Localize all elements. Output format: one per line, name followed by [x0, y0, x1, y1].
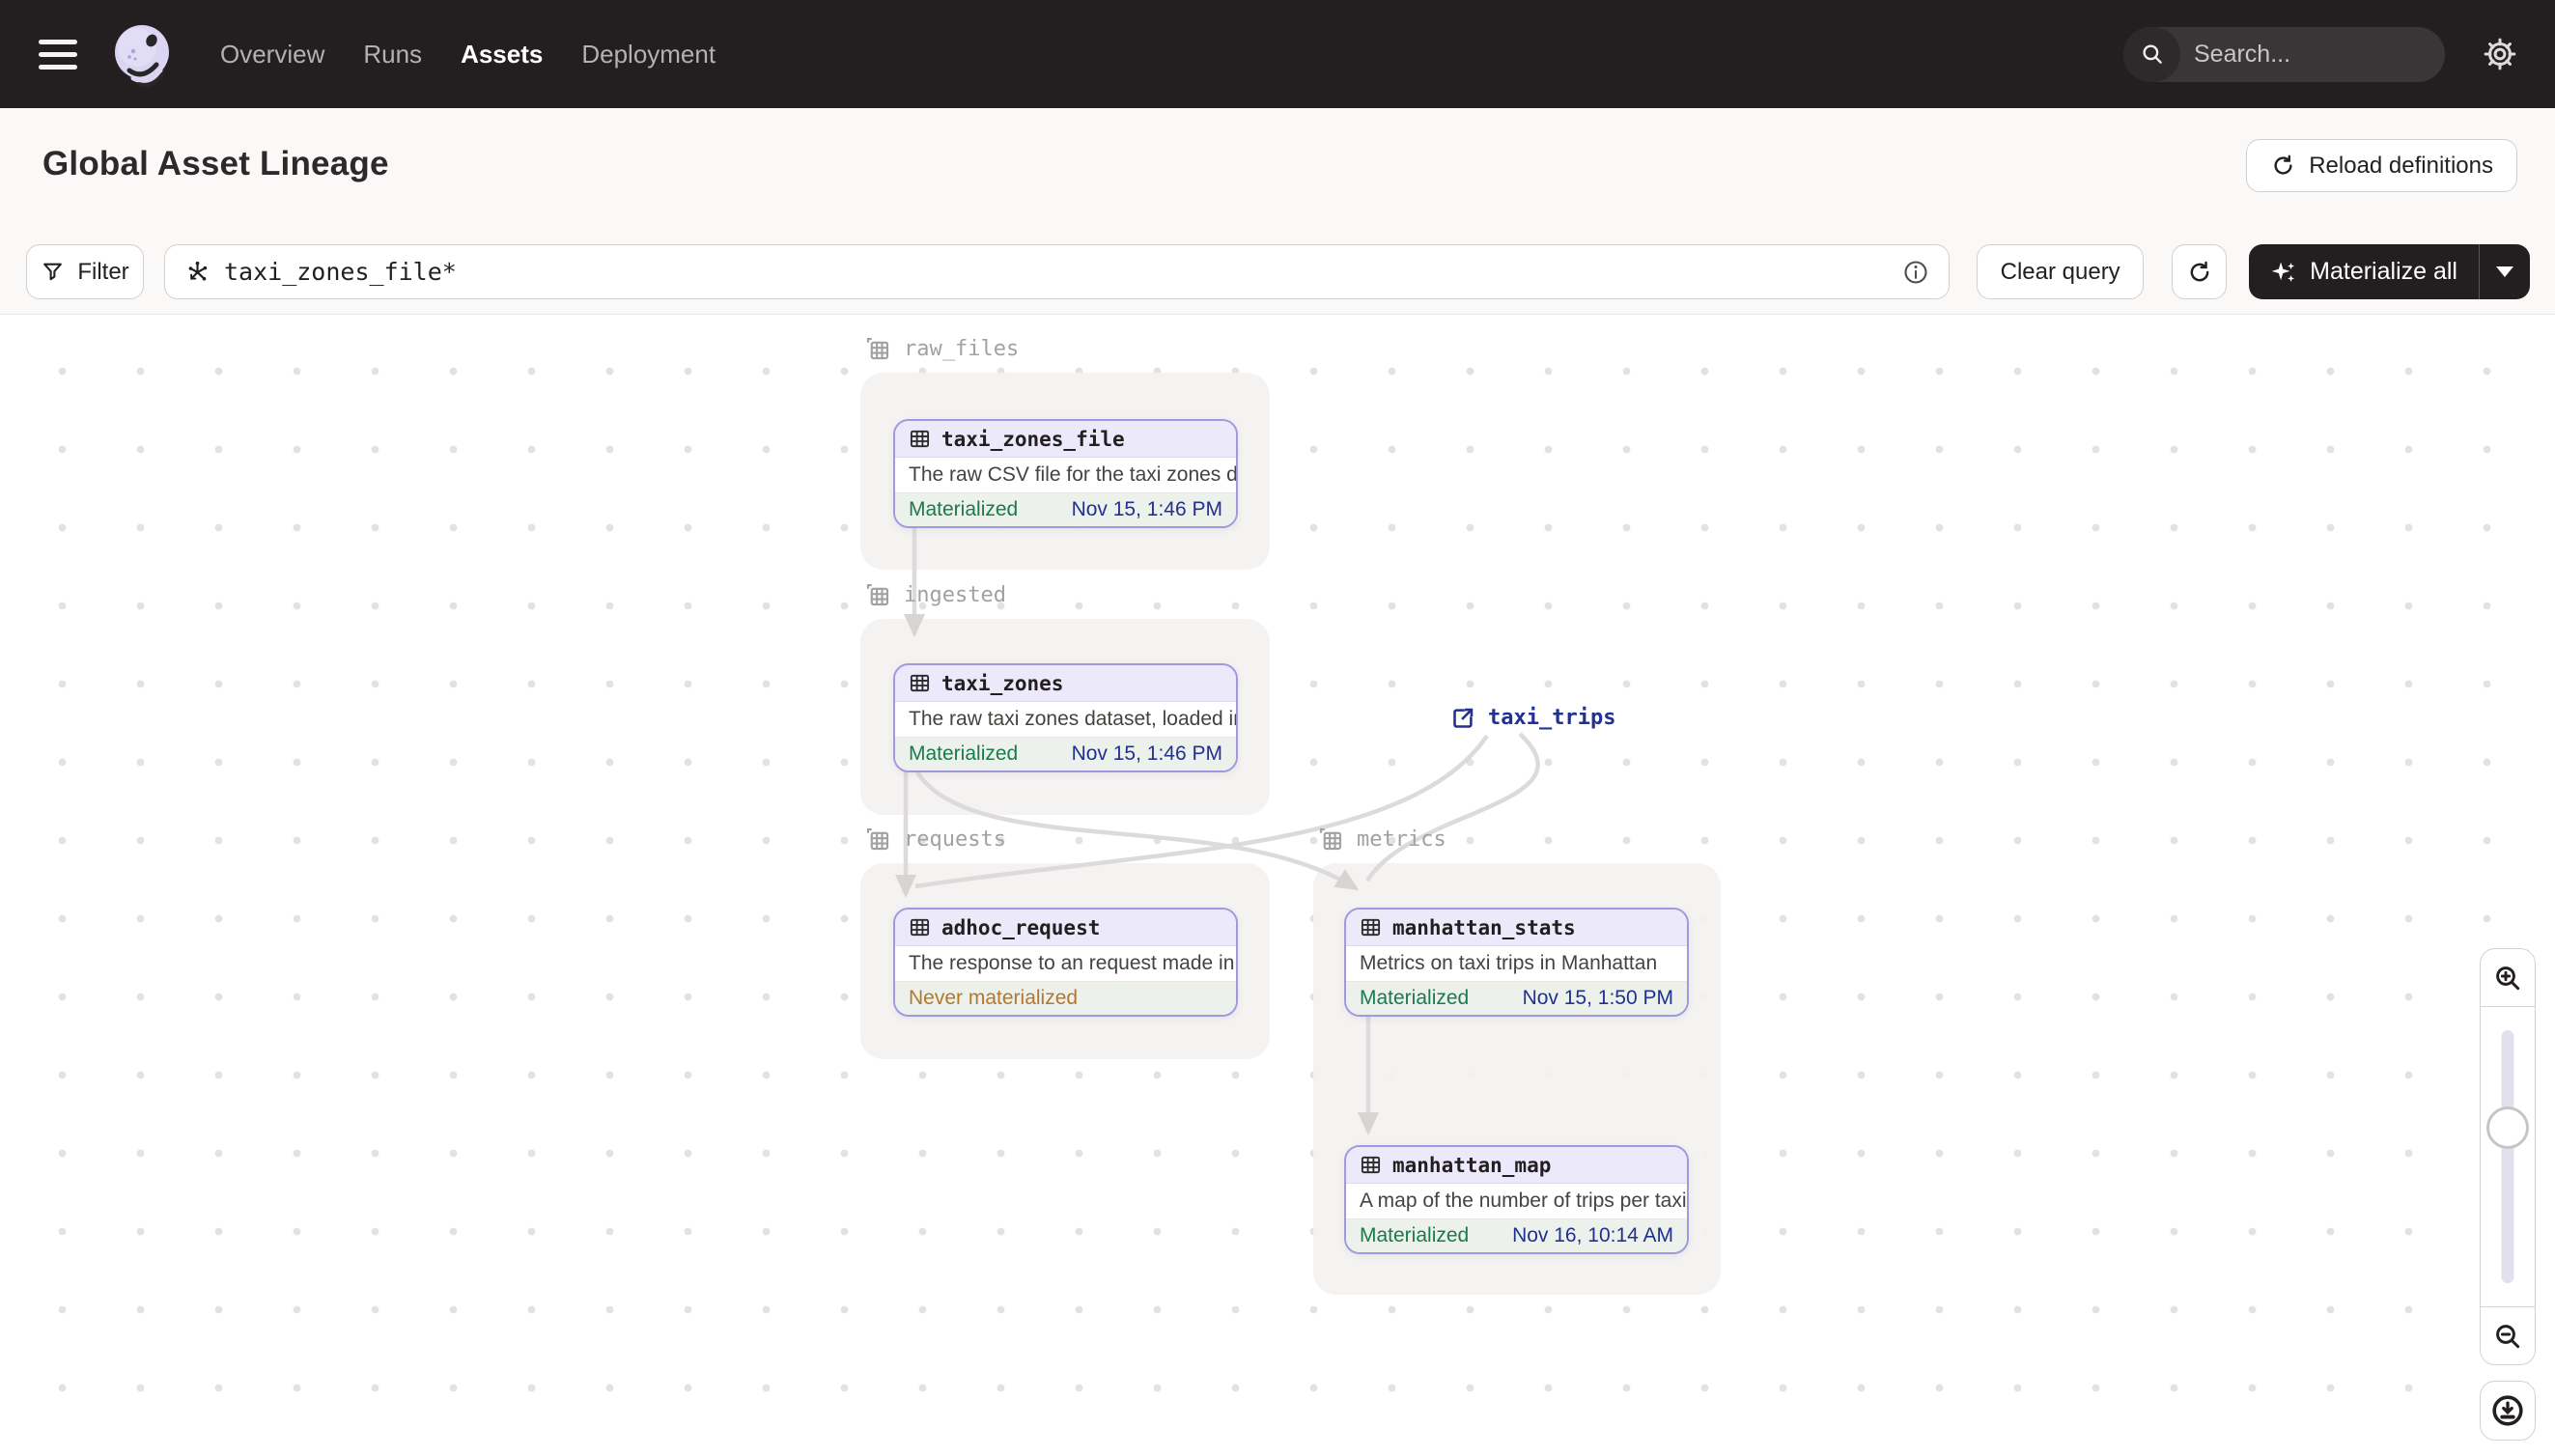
- zoom-in-icon: [2496, 966, 2520, 990]
- refresh-button[interactable]: [2172, 244, 2228, 299]
- table-icon: [1361, 918, 1381, 937]
- download-icon: [2492, 1395, 2523, 1426]
- materialization-timestamp: Nov 15, 1:46 PM: [1071, 498, 1222, 520]
- refresh-icon: [2190, 261, 2209, 281]
- asset-name: manhattan_map: [1392, 1153, 1552, 1177]
- zoom-slider[interactable]: [2481, 1007, 2535, 1306]
- asset-description: The response to an request made in th…: [895, 946, 1236, 982]
- nav-item-overview[interactable]: Overview: [220, 40, 324, 70]
- status-badge: Materialized: [909, 742, 1019, 765]
- asset-name: taxi_zones: [941, 671, 1064, 695]
- asset-group-icon: [1319, 827, 1342, 851]
- asset-node-manhattan-stats[interactable]: manhattan_stats Metrics on taxi trips in…: [1344, 908, 1689, 1017]
- table-icon: [910, 430, 930, 448]
- status-badge: Materialized: [1360, 1224, 1470, 1246]
- reload-icon: [2274, 154, 2292, 175]
- external-asset-taxi-trips[interactable]: taxi_trips: [1450, 705, 1615, 731]
- search-icon: [2123, 26, 2180, 82]
- lineage-canvas[interactable]: raw_files ingested requests metrics taxi…: [0, 315, 2555, 1456]
- status-badge: Materialized: [1360, 987, 1470, 1009]
- filter-button[interactable]: Filter: [26, 244, 144, 299]
- filter-funnel-icon: [43, 263, 63, 281]
- dagster-logo-icon[interactable]: [108, 20, 176, 88]
- primary-nav: Overview Runs Assets Deployment: [220, 40, 716, 70]
- zoom-out-button[interactable]: [2481, 1306, 2535, 1364]
- page-header: Global Asset Lineage Reload definitions …: [0, 108, 2555, 315]
- nav-item-assets[interactable]: Assets: [461, 40, 543, 70]
- page-title: Global Asset Lineage: [42, 145, 389, 182]
- asset-name: manhattan_stats: [1392, 915, 1576, 939]
- materialize-options-dropdown[interactable]: [2479, 244, 2530, 299]
- global-search[interactable]: /: [2123, 26, 2445, 82]
- asset-query-input[interactable]: [224, 258, 1890, 286]
- group-label-ingested[interactable]: ingested: [863, 580, 1006, 609]
- zoom-slider-track[interactable]: [2501, 1030, 2514, 1283]
- asset-description: The raw taxi zones dataset, loaded int…: [895, 702, 1236, 738]
- hamburger-menu-icon[interactable]: [39, 39, 77, 70]
- top-nav: Overview Runs Assets Deployment /: [0, 0, 2555, 108]
- query-info-icon[interactable]: [1902, 259, 1929, 286]
- lineage-toolbar: Filter Clear query: [26, 244, 2530, 299]
- materialization-timestamp: Nov 15, 1:46 PM: [1071, 742, 1222, 765]
- chevron-down-icon: [2496, 266, 2513, 277]
- materialize-all-button[interactable]: Materialize all: [2249, 244, 2479, 299]
- asset-selection-icon: [188, 261, 208, 281]
- table-icon: [910, 674, 930, 692]
- sparkle-icon: [2271, 262, 2295, 282]
- lineage-edges: [895, 526, 1540, 1135]
- group-label-requests[interactable]: requests: [863, 825, 1006, 854]
- settings-gear-icon[interactable]: [2482, 36, 2518, 72]
- asset-group-icon: [866, 827, 889, 851]
- download-image-button[interactable]: [2480, 1381, 2536, 1441]
- search-input[interactable]: [2180, 40, 2445, 69]
- zoom-in-button[interactable]: [2481, 949, 2535, 1007]
- materialization-timestamp: Nov 16, 10:14 AM: [1512, 1224, 1673, 1246]
- nav-item-deployment[interactable]: Deployment: [581, 40, 716, 70]
- asset-name: taxi_zones_file: [941, 427, 1125, 451]
- external-link-icon: [1453, 708, 1474, 728]
- materialize-all-split-button: Materialize all: [2249, 244, 2530, 299]
- materialization-timestamp: Nov 15, 1:50 PM: [1522, 987, 1673, 1009]
- asset-description: The raw CSV file for the taxi zones dat…: [895, 458, 1236, 493]
- zoom-slider-thumb[interactable]: [2486, 1106, 2529, 1149]
- nav-item-runs[interactable]: Runs: [363, 40, 422, 70]
- zoom-controls: [2480, 948, 2536, 1365]
- asset-description: A map of the number of trips per taxi z…: [1346, 1184, 1687, 1219]
- status-badge: Materialized: [909, 498, 1019, 520]
- table-icon: [910, 918, 930, 937]
- reload-definitions-button[interactable]: Reload definitions: [2246, 139, 2517, 192]
- asset-selection-input[interactable]: [164, 244, 1951, 299]
- clear-query-button[interactable]: Clear query: [1977, 244, 2145, 299]
- asset-node-taxi-zones-file[interactable]: taxi_zones_file The raw CSV file for the…: [893, 419, 1238, 528]
- asset-node-adhoc-request[interactable]: adhoc_request The response to an request…: [893, 908, 1238, 1017]
- zoom-out-icon: [2496, 1324, 2520, 1348]
- group-label-raw-files[interactable]: raw_files: [863, 334, 1019, 363]
- asset-name: adhoc_request: [941, 915, 1101, 939]
- asset-group-icon: [866, 337, 889, 360]
- asset-node-manhattan-map[interactable]: manhattan_map A map of the number of tri…: [1344, 1145, 1689, 1254]
- status-badge: Never materialized: [909, 987, 1079, 1009]
- group-label-metrics[interactable]: metrics: [1316, 825, 1446, 854]
- asset-group-icon: [866, 583, 889, 606]
- table-icon: [1361, 1156, 1381, 1174]
- asset-node-taxi-zones[interactable]: taxi_zones The raw taxi zones dataset, l…: [893, 663, 1238, 772]
- asset-description: Metrics on taxi trips in Manhattan: [1346, 946, 1687, 982]
